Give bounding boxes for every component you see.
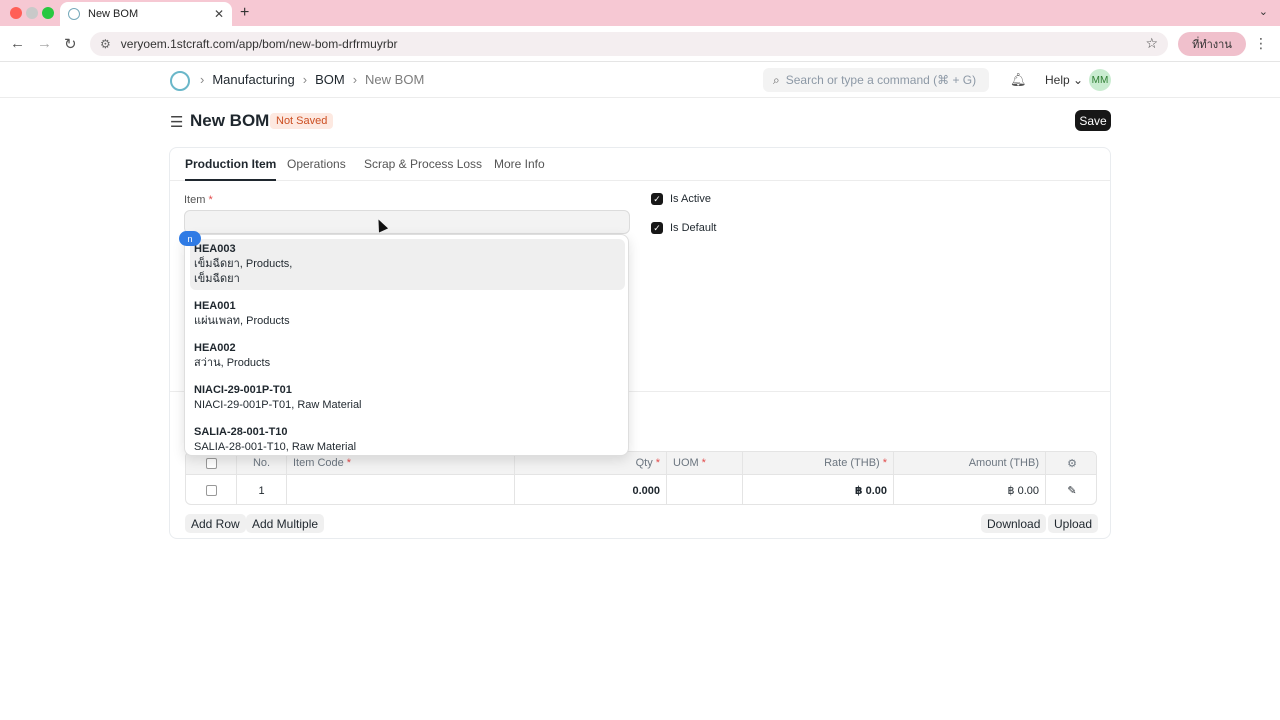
row-item-code-cell[interactable] [287, 475, 515, 504]
option-description: แผ่นเพลท, Products [194, 315, 290, 327]
is-active-checkbox[interactable]: ✓ Is Active [651, 193, 711, 205]
option-description-2: เข็มฉีดยา [194, 273, 240, 285]
col-amount: Amount (THB) [894, 452, 1046, 474]
add-multiple-button[interactable]: Add Multiple [246, 514, 325, 533]
dropdown-option-salia[interactable]: SALIA-28-001-T10 SALIA-28-001-T10, Raw M… [190, 422, 625, 455]
tab-scrap-process-loss[interactable]: Scrap & Process Loss [364, 157, 482, 171]
is-default-label: Is Default [670, 222, 717, 234]
site-info-icon[interactable]: ⚙ [100, 37, 111, 51]
tab-more-info[interactable]: More Info [494, 157, 545, 171]
option-description: เข็มฉีดยา, Products, [194, 258, 293, 270]
dropdown-option-niaci[interactable]: NIACI-29-001P-T01 NIACI-29-001P-T01, Raw… [190, 380, 625, 416]
browser-tab[interactable]: New BOM ✕ [60, 2, 232, 26]
dropdown-option-hea003[interactable]: HEA003 เข็มฉีดยา, Products, เข็มฉีดยา [190, 239, 625, 290]
row-rate-cell[interactable]: ฿ 0.00 [743, 475, 894, 504]
option-code: HEA002 [194, 342, 236, 354]
back-arrow-icon[interactable]: ← [10, 35, 25, 52]
sidebar-toggle-icon[interactable]: ☰ [170, 113, 183, 131]
new-tab-icon[interactable]: + [240, 4, 249, 22]
dropdown-option-hea002[interactable]: HEA002 สว่าน, Products [190, 338, 625, 374]
items-table: No. Item Code * Qty * UOM * Rate (THB) * Amo… [185, 451, 1097, 505]
close-tab-icon[interactable]: ✕ [214, 7, 224, 21]
tab-production-item[interactable]: Production Item [185, 157, 277, 181]
is-default-checkbox[interactable]: ✓ Is Default [651, 222, 716, 234]
forward-arrow-icon[interactable]: → [37, 35, 52, 52]
profile-label: ที่ทำงาน [1192, 39, 1232, 51]
browser-tab-bar: New BOM ✕ + ⌄ [0, 0, 1280, 26]
item-field-label: Item * [184, 194, 213, 206]
item-autocomplete-dropdown: HEA003 เข็มฉีดยา, Products, เข็มฉีดยา HE… [184, 234, 629, 456]
option-description: NIACI-29-001P-T01, Raw Material [194, 399, 362, 411]
breadcrumb-manufacturing[interactable]: Manufacturing [212, 72, 294, 87]
browser-menu-icon[interactable]: ⋮ [1254, 35, 1268, 52]
breadcrumb-current: New BOM [365, 72, 425, 87]
breadcrumb: › Manufacturing › BOM › New BOM [200, 72, 424, 87]
profile-button[interactable]: ที่ทำงาน [1178, 32, 1246, 56]
download-button[interactable]: Download [981, 514, 1047, 533]
col-rate: Rate (THB) * [743, 452, 894, 474]
url-text: veryoem.1stcraft.com/app/bom/new-bom-drf… [120, 37, 398, 51]
app-navbar: › Manufacturing › BOM › New BOM ⌕ Search… [0, 62, 1280, 98]
is-active-label: Is Active [670, 193, 711, 205]
column-settings-gear-icon[interactable]: ⚙ [1046, 452, 1096, 474]
browser-tab-title: New BOM [88, 8, 139, 20]
select-all-checkbox[interactable] [205, 457, 217, 469]
table-row[interactable]: 1 0.000 ฿ 0.00 ฿ 0.00 ✎ [186, 475, 1096, 504]
row-uom-cell[interactable] [667, 475, 743, 504]
notification-bell-icon[interactable]: 🔔︎ [1010, 72, 1027, 88]
option-code: HEA003 [194, 243, 236, 255]
chevron-right-icon: › [200, 72, 205, 87]
item-input[interactable] [184, 210, 630, 234]
col-uom: UOM * [667, 452, 743, 474]
status-badge: Not Saved [270, 113, 334, 129]
window-close-button[interactable] [10, 7, 22, 19]
checkmark-icon: ✓ [651, 222, 663, 234]
save-button[interactable]: Save [1075, 110, 1111, 131]
row-checkbox[interactable] [205, 485, 217, 496]
chevron-right-icon: › [352, 72, 358, 87]
upload-button[interactable]: Upload [1048, 514, 1099, 533]
option-code: SALIA-28-001-T10 [194, 426, 288, 438]
option-description: SALIA-28-001-T10, Raw Material [194, 441, 357, 453]
bookmark-star-icon[interactable]: ☆ [1145, 35, 1158, 52]
awesomebar-search-input[interactable]: ⌕ Search or type a command (⌘ + G) [763, 68, 989, 92]
site-favicon-icon [68, 8, 80, 20]
tab-search-chevron-icon[interactable]: ⌄ [1259, 5, 1268, 18]
browser-toolbar: ← → ↻ ⚙ veryoem.1stcraft.com/app/bom/new… [0, 26, 1280, 62]
app-logo[interactable] [170, 71, 190, 91]
dropdown-option-hea001[interactable]: HEA001 แผ่นเพลท, Products [190, 296, 625, 332]
help-label: Help [1045, 73, 1070, 87]
keyboard-hint-badge: n [179, 231, 201, 246]
search-placeholder: Search or type a command (⌘ + G) [785, 73, 977, 87]
address-bar[interactable]: ⚙ veryoem.1stcraft.com/app/bom/new-bom-d… [90, 32, 1168, 56]
chevron-right-icon: › [302, 72, 308, 87]
row-amount-cell: ฿ 0.00 [894, 475, 1046, 504]
row-qty-cell[interactable]: 0.000 [515, 475, 667, 504]
user-avatar[interactable]: MM [1089, 69, 1111, 91]
tab-operations[interactable]: Operations [287, 157, 346, 171]
help-dropdown[interactable]: Help ⌄ [1045, 73, 1083, 87]
row-checkbox-cell [186, 475, 237, 504]
page-title: New BOM [190, 111, 270, 130]
form-tabs: Production Item Operations Scrap & Proce… [170, 148, 1110, 181]
row-no: 1 [237, 475, 287, 504]
edit-row-pencil-icon[interactable]: ✎ [1046, 475, 1096, 504]
option-code: NIACI-29-001P-T01 [194, 384, 292, 396]
search-icon: ⌕ [773, 72, 780, 87]
breadcrumb-bom[interactable]: BOM [315, 72, 345, 87]
option-description: สว่าน, Products [194, 357, 271, 369]
reload-icon[interactable]: ↻ [64, 35, 77, 53]
window-maximize-button[interactable] [42, 7, 54, 19]
window-minimize-button[interactable] [26, 7, 38, 19]
option-code: HEA001 [194, 300, 236, 312]
checkmark-icon: ✓ [651, 193, 663, 205]
add-row-button[interactable]: Add Row [185, 514, 246, 533]
